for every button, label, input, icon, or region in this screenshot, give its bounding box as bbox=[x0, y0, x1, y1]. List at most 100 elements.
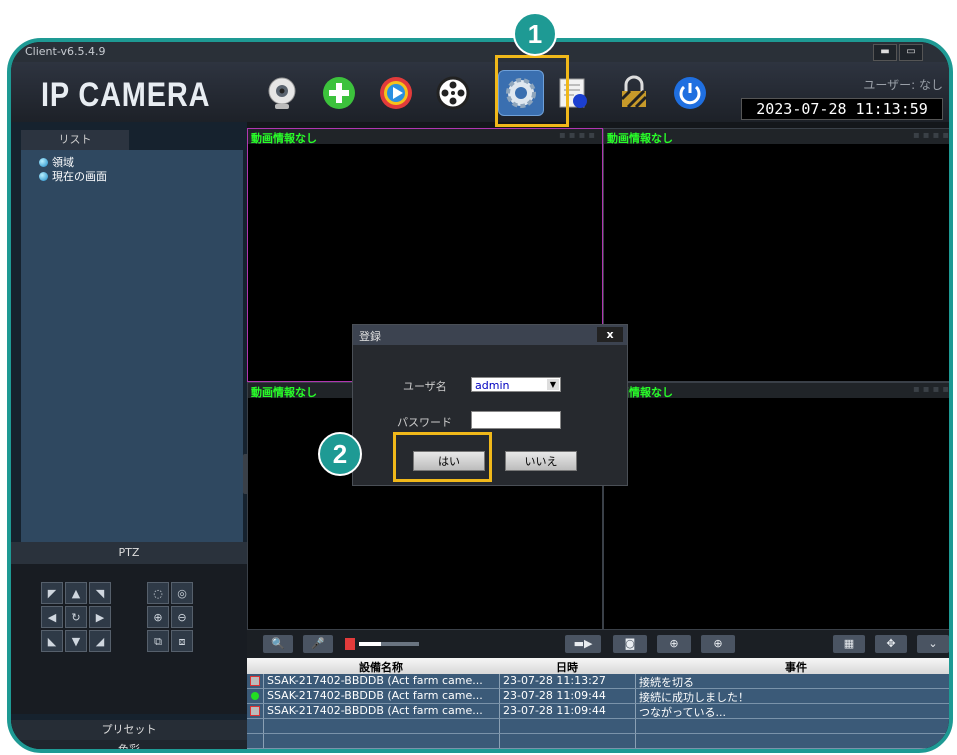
snapshot-button[interactable]: ◙ bbox=[613, 635, 647, 653]
iris-open-button[interactable]: ⧉ bbox=[147, 630, 169, 652]
password-field[interactable] bbox=[471, 411, 561, 429]
event-time: 23-07-28 11:09:44 bbox=[503, 689, 606, 702]
recording-button[interactable] bbox=[430, 70, 476, 116]
crosshair-icon: ⊕ bbox=[669, 637, 679, 650]
ptz-controls: ◤ ▲ ◥ ◀ ↻ ▶ ◣ ▼ ◢ ◌ ◎ ⊕ ⊖ ⧉ ⧈ bbox=[11, 564, 247, 714]
event-device: SSAK-217402-BBDDB (Act farm came... bbox=[267, 674, 483, 687]
column-event: 事件 bbox=[785, 661, 807, 674]
crosshair-icon: ⊕ bbox=[713, 637, 723, 650]
video-tools-icon: ▪▪▪▪ bbox=[558, 130, 598, 141]
event-device: SSAK-217402-BBDDB (Act farm came... bbox=[267, 689, 483, 702]
ptz-down-left-button[interactable]: ◣ bbox=[41, 630, 63, 652]
ptz-up-button[interactable]: ▲ bbox=[65, 582, 87, 604]
talk-button[interactable]: 🎤 bbox=[303, 635, 333, 653]
lock-icon bbox=[620, 75, 648, 109]
ptz-left-button[interactable]: ◀ bbox=[41, 606, 63, 628]
tab-list[interactable]: リスト bbox=[21, 130, 129, 150]
lock-button[interactable] bbox=[611, 70, 657, 116]
no-button[interactable]: いいえ bbox=[505, 451, 577, 471]
ptz-down-right-button[interactable]: ◢ bbox=[89, 630, 111, 652]
camera-icon: ◙ bbox=[624, 637, 636, 650]
target-button-2[interactable]: ⊕ bbox=[701, 635, 735, 653]
record-button[interactable]: ▬▶ bbox=[565, 635, 601, 653]
password-label: パスワード bbox=[397, 416, 452, 429]
event-row[interactable]: SSAK-217402-BBDDB (Act farm came... 23-0… bbox=[247, 689, 949, 704]
dialog-title: 登録 bbox=[359, 330, 381, 343]
step-1-badge: 1 bbox=[513, 12, 557, 56]
layout-grid-button[interactable]: ▦ bbox=[833, 635, 865, 653]
search-button[interactable]: 🔍 bbox=[263, 635, 293, 653]
video-status: 動画情報なし bbox=[607, 132, 673, 145]
move-arrows-icon: ✥ bbox=[886, 637, 896, 650]
yes-button-highlight bbox=[393, 432, 492, 482]
minimize-button[interactable]: ▬ bbox=[873, 44, 897, 61]
current-user-label: ユーザー: なし bbox=[863, 78, 943, 92]
zoom-in-button[interactable]: ⊕ bbox=[147, 606, 169, 628]
app-logo: IP CAMERA bbox=[41, 76, 211, 114]
expand-button[interactable]: ⌄ bbox=[917, 635, 949, 653]
iris-close-button[interactable]: ⧈ bbox=[171, 630, 193, 652]
zoom-out-button[interactable]: ⊖ bbox=[171, 606, 193, 628]
target-button-1[interactable]: ⊕ bbox=[657, 635, 691, 653]
video-tools-icon: ▪▪▪▪ bbox=[912, 130, 952, 141]
column-datetime: 日時 bbox=[556, 661, 578, 674]
device-tree: 領域 現在の画面 bbox=[21, 150, 243, 542]
ptz-header[interactable]: PTZ bbox=[11, 542, 247, 564]
tree-item-label: 現在の画面 bbox=[52, 170, 107, 183]
ptz-down-button[interactable]: ▼ bbox=[65, 630, 87, 652]
globe-icon bbox=[39, 172, 48, 181]
ptz-right-button[interactable]: ▶ bbox=[89, 606, 111, 628]
video-pane-2[interactable]: 動画情報なし ▪▪▪▪ bbox=[603, 128, 952, 382]
disconnected-icon bbox=[250, 676, 260, 686]
video-pane-4[interactable]: 動画情報なし ▪▪▪▪ bbox=[603, 382, 952, 630]
event-log-header: 設備名称 日時 事件 bbox=[247, 658, 949, 674]
exit-button[interactable] bbox=[667, 70, 713, 116]
video-pane-header: 動画情報なし▪▪▪▪ bbox=[604, 383, 952, 399]
film-reel-icon bbox=[436, 76, 470, 110]
close-button[interactable]: x bbox=[597, 327, 623, 342]
power-icon bbox=[674, 77, 706, 109]
volume-slider[interactable] bbox=[359, 642, 419, 646]
ptz-auto-button[interactable]: ↻ bbox=[65, 606, 87, 628]
username-select[interactable]: admin ▼ bbox=[471, 377, 561, 392]
ptz-up-right-button[interactable]: ◥ bbox=[89, 582, 111, 604]
chevron-down-icon: ▼ bbox=[547, 379, 559, 390]
search-icon: 🔍 bbox=[271, 637, 285, 650]
settings-highlight bbox=[495, 55, 569, 127]
move-button[interactable]: ✥ bbox=[875, 635, 907, 653]
focus-far-button[interactable]: ◎ bbox=[171, 582, 193, 604]
column-device: 設備名称 bbox=[359, 661, 403, 674]
event-row[interactable]: SSAK-217402-BBDDB (Act farm came... 23-0… bbox=[247, 704, 949, 719]
chevron-down-icon: ⌄ bbox=[928, 637, 938, 650]
globe-icon bbox=[39, 158, 48, 167]
focus-near-button[interactable]: ◌ bbox=[147, 582, 169, 604]
username-label: ユーザ名 bbox=[403, 380, 447, 393]
playback-button[interactable] bbox=[373, 70, 419, 116]
ptz-up-left-button[interactable]: ◤ bbox=[41, 582, 63, 604]
dialog-title-bar: 登録 x bbox=[353, 325, 627, 345]
event-time: 23-07-28 11:09:44 bbox=[503, 704, 606, 717]
video-tools-icon: ▪▪▪▪ bbox=[912, 384, 952, 395]
event-row[interactable]: SSAK-217402-BBDDB (Act farm came... 23-0… bbox=[247, 674, 949, 689]
video-camera-icon: ▬▶ bbox=[573, 637, 593, 650]
add-icon bbox=[323, 77, 355, 109]
volume-icon bbox=[345, 638, 355, 650]
event-row-empty bbox=[247, 719, 949, 734]
event-row-empty bbox=[247, 734, 949, 749]
maximize-button[interactable]: ▭ bbox=[899, 44, 923, 61]
webcam-button[interactable] bbox=[259, 70, 305, 116]
color-section[interactable]: 色彩 bbox=[11, 740, 247, 749]
tree-item-current-screen[interactable]: 現在の画面 bbox=[39, 168, 107, 184]
event-text: 接続に成功しました！ bbox=[639, 691, 749, 704]
grid-icon: ▦ bbox=[843, 637, 855, 650]
event-log: 設備名称 日時 事件 SSAK-217402-BBDDB (Act farm c… bbox=[247, 658, 949, 749]
volume-slider-fill bbox=[359, 642, 381, 646]
webcam-icon bbox=[268, 77, 296, 109]
event-device: SSAK-217402-BBDDB (Act farm came... bbox=[267, 704, 483, 717]
video-pane-header: 動画情報なし ▪▪▪▪ bbox=[604, 129, 952, 145]
window-title: Client-v6.5.4.9 bbox=[25, 45, 106, 58]
add-device-button[interactable] bbox=[316, 70, 362, 116]
preset-section[interactable]: プリセット bbox=[11, 720, 247, 740]
event-text: 接続を切る bbox=[639, 676, 694, 689]
step-2-badge: 2 bbox=[318, 432, 362, 476]
